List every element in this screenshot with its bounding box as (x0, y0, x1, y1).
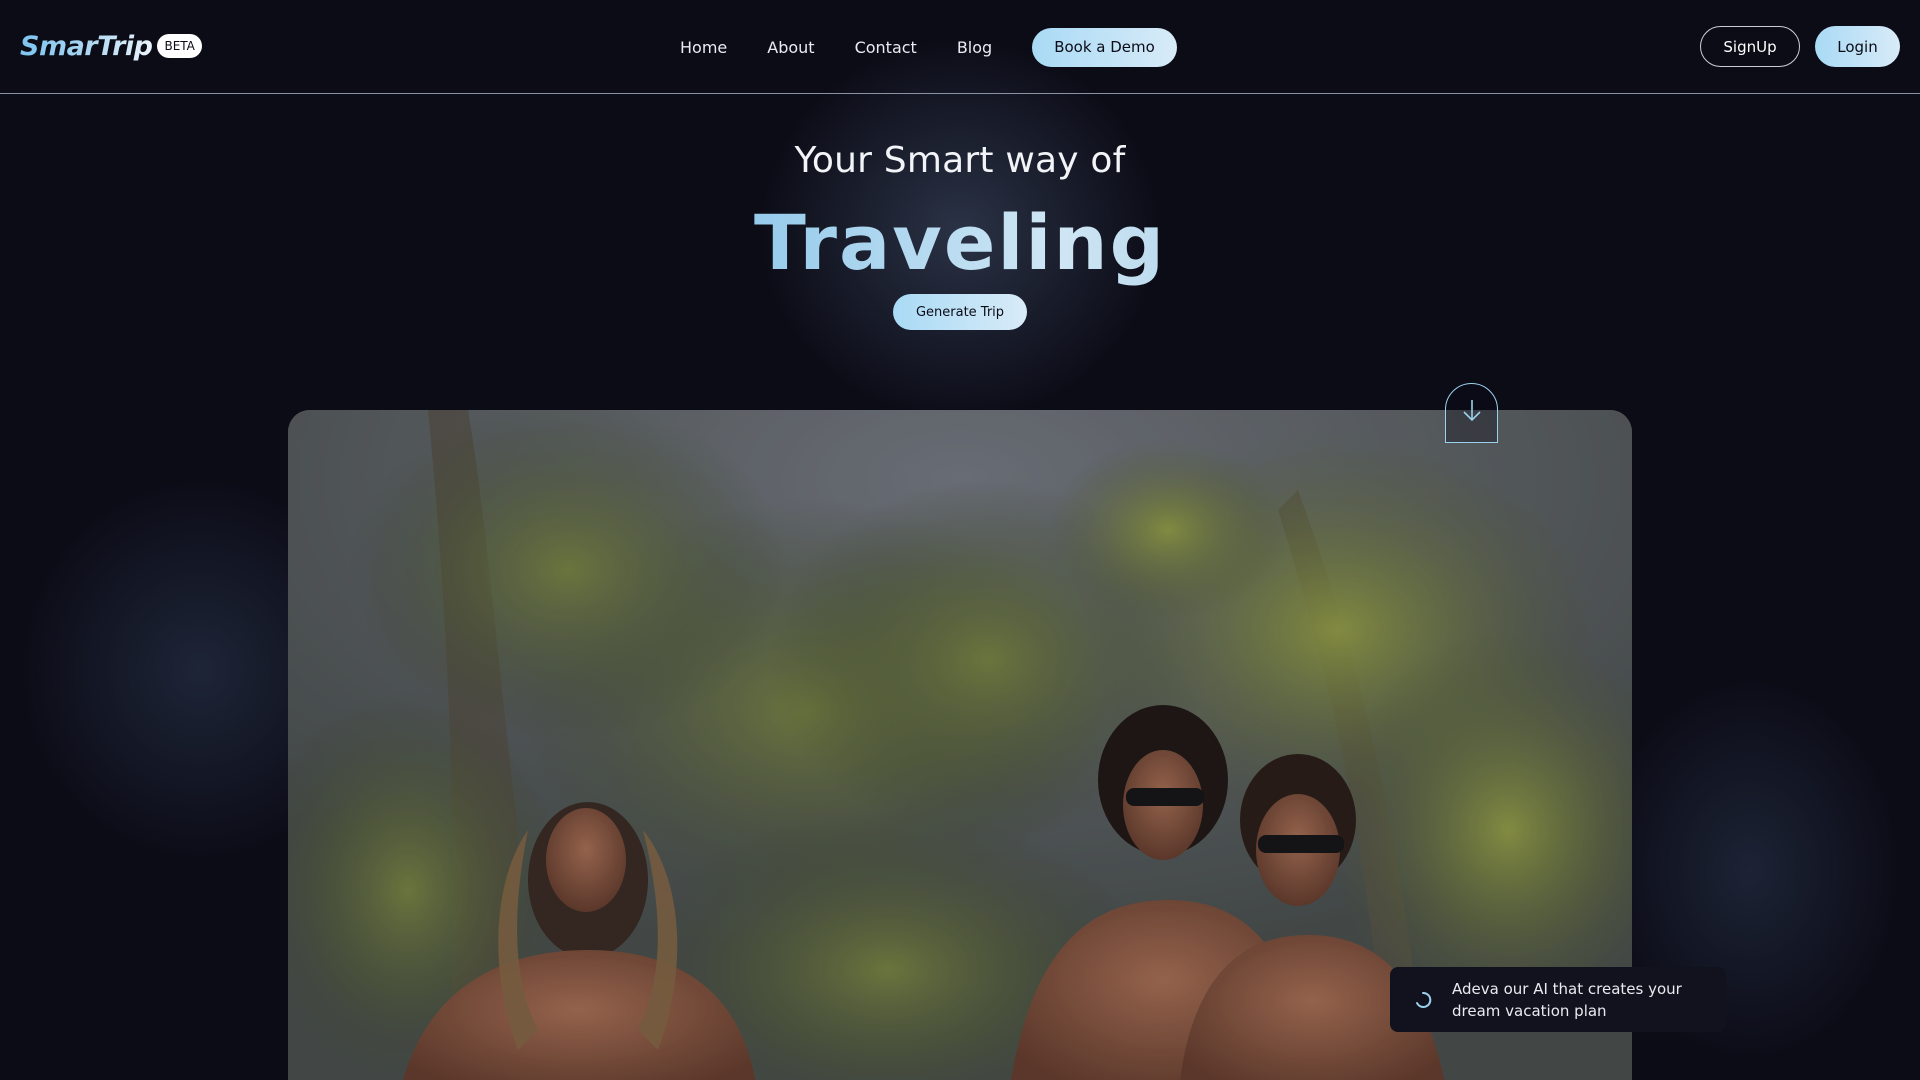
nav-link-contact[interactable]: Contact (855, 38, 917, 57)
book-demo-button[interactable]: Book a Demo (1032, 27, 1177, 67)
login-button[interactable]: Login (1815, 26, 1900, 67)
spinner-icon (1414, 991, 1432, 1009)
page: SmarTrip BETA Home About Contact Blog Bo… (0, 0, 1920, 1080)
main-nav: Home About Contact Blog Book a Demo (680, 27, 1177, 67)
nav-link-home[interactable]: Home (680, 38, 727, 57)
site-header: SmarTrip BETA Home About Contact Blog Bo… (0, 0, 1920, 94)
beta-badge: BETA (157, 34, 202, 58)
nav-link-about[interactable]: About (767, 38, 814, 57)
hero-title: Traveling (0, 198, 1920, 288)
brand-name: SmarTrip (20, 30, 153, 62)
signup-button[interactable]: SignUp (1700, 26, 1800, 67)
arrow-down-icon (1461, 398, 1483, 428)
ai-assistant-toast[interactable]: Adeva our AI that creates your dream vac… (1390, 967, 1726, 1032)
hero-subtitle: Your Smart way of (794, 140, 1126, 181)
ai-toast-text: Adeva our AI that creates your dream vac… (1452, 979, 1682, 1020)
scroll-down-button[interactable] (1445, 383, 1498, 443)
brand-logo[interactable]: SmarTrip BETA (20, 28, 202, 64)
nav-link-blog[interactable]: Blog (957, 38, 992, 57)
generate-trip-button[interactable]: Generate Trip (893, 294, 1027, 330)
